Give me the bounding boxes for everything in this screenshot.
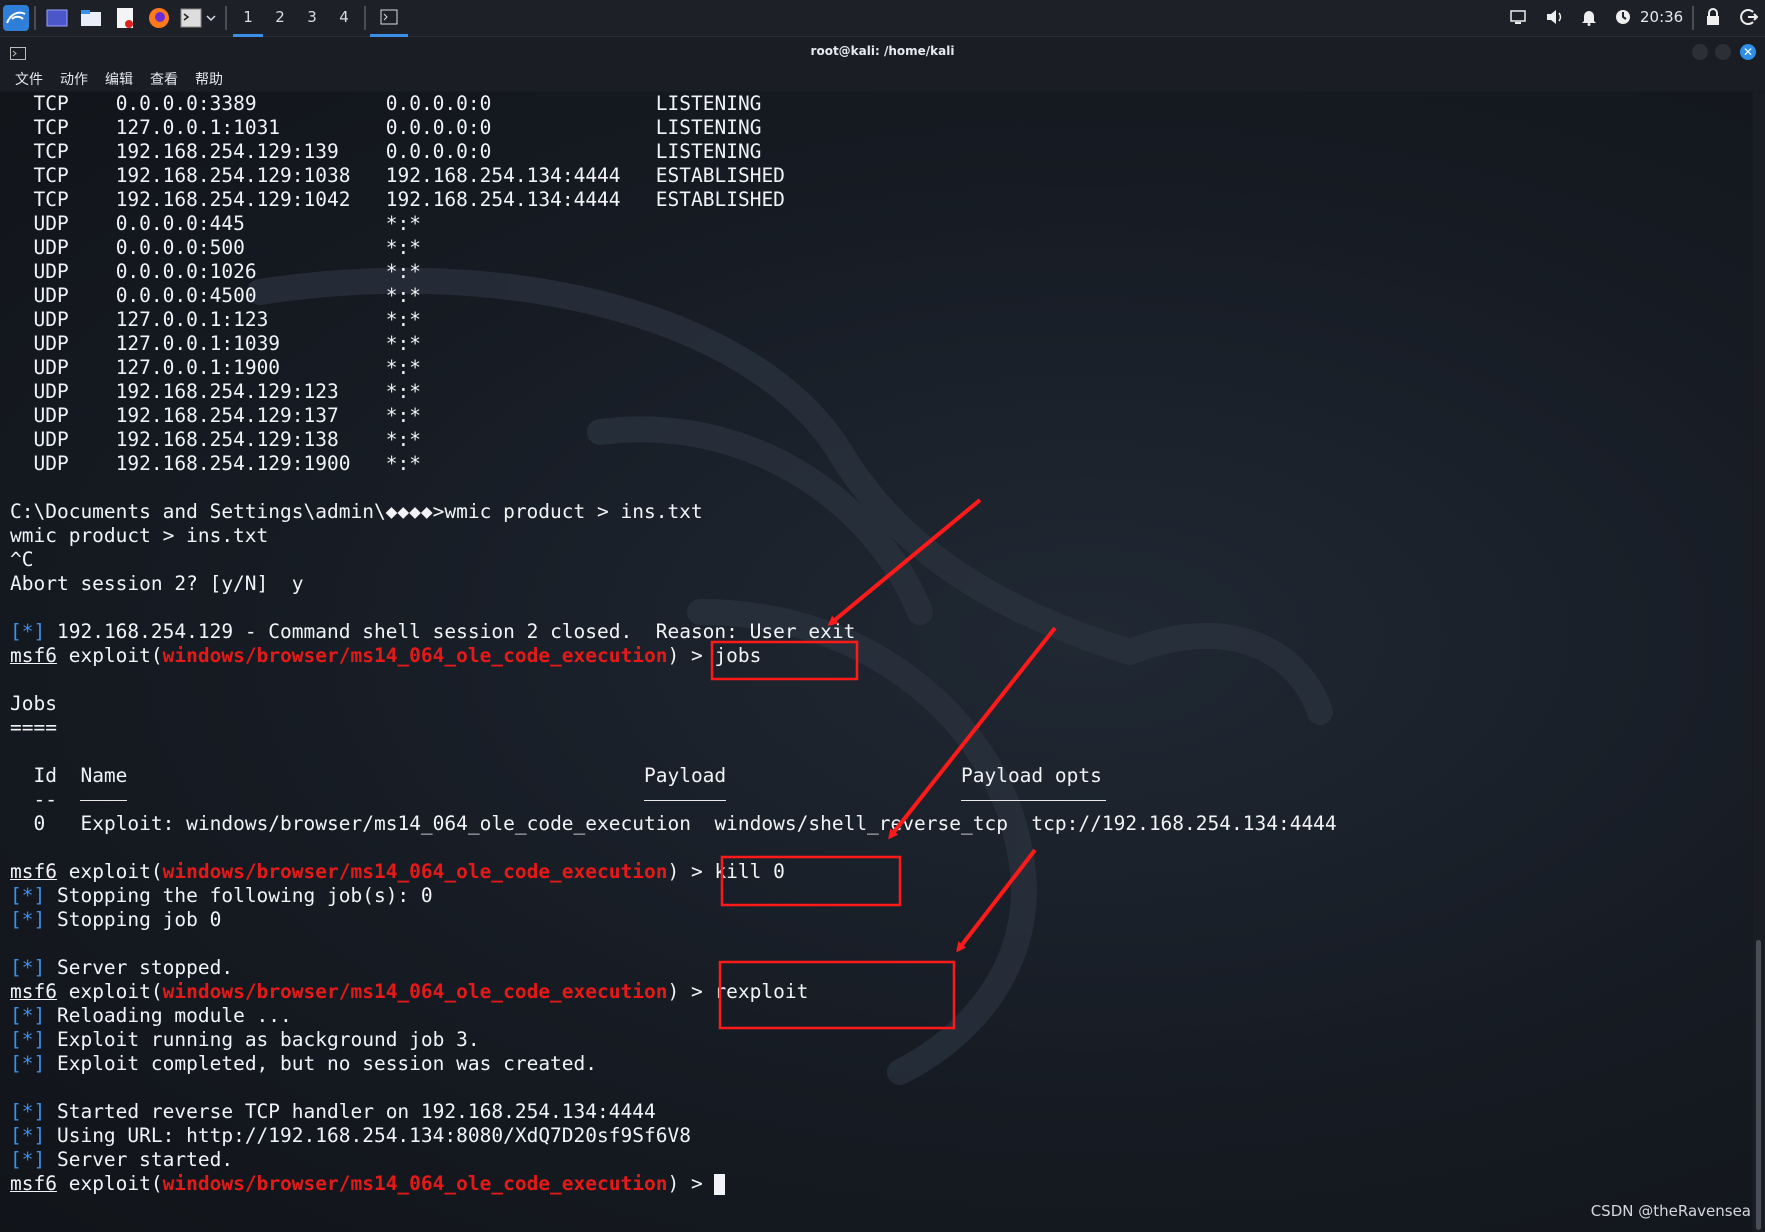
display-icon[interactable] (1509, 0, 1527, 34)
workspace-4[interactable]: 4 (329, 0, 359, 34)
menu-view[interactable]: 查看 (150, 69, 178, 89)
workspace-1[interactable]: 1 (233, 0, 263, 37)
highlight-kill-box (720, 855, 902, 907)
lock-icon[interactable] (1705, 0, 1721, 34)
desktop: 1 2 3 4 20:36 root@kali: /home/kali ✕ 文件… (0, 0, 1765, 1232)
show-desktop-icon[interactable] (44, 5, 70, 31)
scrollbar-thumb[interactable] (1756, 940, 1761, 1230)
menu-bar: 文件 动作 编辑 查看 帮助 (0, 67, 1765, 91)
text-editor-icon[interactable] (112, 5, 138, 31)
highlight-jobs-box (710, 640, 859, 681)
window-title: root@kali: /home/kali (810, 44, 955, 58)
terminal-output[interactable]: TCP 0.0.0.0:3389 0.0.0.0:0 LISTENING TCP… (0, 92, 1752, 1232)
power-manager-icon[interactable] (1614, 0, 1632, 34)
file-manager-icon[interactable] (78, 5, 104, 31)
panel-separator (34, 6, 36, 30)
watermark: CSDN @theRavensea (1590, 1202, 1751, 1220)
panel-separator (1692, 6, 1694, 30)
logout-icon[interactable] (1740, 0, 1758, 34)
chevron-down-icon[interactable] (203, 5, 219, 31)
close-button[interactable]: ✕ (1740, 44, 1756, 60)
panel-separator (225, 6, 227, 30)
notification-bell-icon[interactable] (1581, 0, 1597, 34)
menu-edit[interactable]: 编辑 (105, 69, 133, 89)
taskbar-terminal-window[interactable] (370, 0, 408, 37)
annotation-arrow (888, 626, 1057, 840)
volume-icon[interactable] (1545, 0, 1565, 34)
menu-help[interactable]: 帮助 (195, 69, 223, 89)
maximize-button[interactable] (1715, 44, 1731, 60)
terminal-launcher-icon[interactable] (178, 5, 204, 31)
terminal-scrollbar[interactable] (1753, 92, 1765, 1232)
workspace-2[interactable]: 2 (265, 0, 295, 34)
annotation-arrow (956, 848, 1037, 953)
top-panel: 1 2 3 4 20:36 (0, 0, 1765, 37)
firefox-icon[interactable] (146, 5, 172, 31)
annotation-arrow (827, 498, 982, 626)
clock[interactable]: 20:36 (1640, 0, 1683, 34)
workspace-3[interactable]: 3 (297, 0, 327, 34)
minimize-button[interactable] (1692, 44, 1708, 60)
highlight-rexploit-box (718, 960, 956, 1030)
kali-menu-icon[interactable] (3, 5, 29, 31)
menu-file[interactable]: 文件 (15, 69, 43, 89)
panel-separator (364, 6, 366, 30)
annotation-overlay (710, 498, 1057, 1030)
window-titlebar[interactable]: root@kali: /home/kali ✕ (0, 37, 1765, 67)
menu-actions[interactable]: 动作 (60, 69, 88, 89)
